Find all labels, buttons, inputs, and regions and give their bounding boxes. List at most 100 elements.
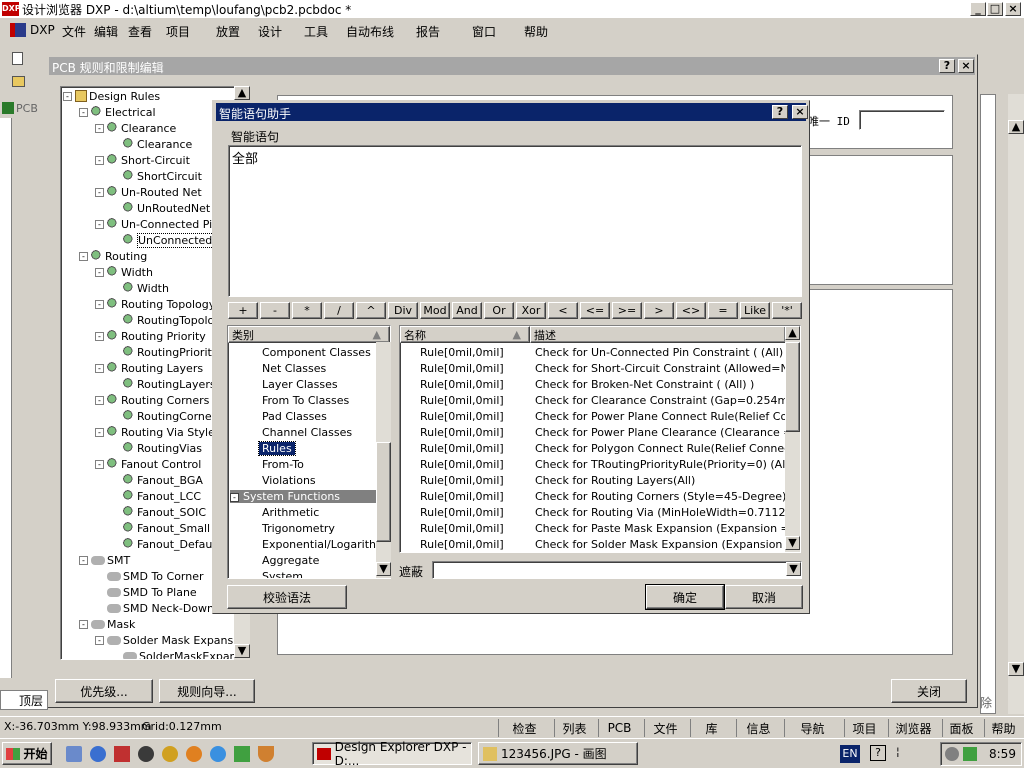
- function-name-cell[interactable]: Rule[0mil,0mil]: [420, 362, 504, 375]
- menu-help[interactable]: 帮助: [524, 23, 548, 40]
- expand-collapse-icon[interactable]: -: [95, 427, 104, 437]
- tree-node[interactable]: - Routing Layers: [95, 361, 203, 375]
- close-rules-button[interactable]: 关闭: [891, 679, 967, 703]
- status-tab[interactable]: 信息: [736, 719, 780, 737]
- category-item[interactable]: From To Classes: [262, 394, 349, 407]
- function-name-cell[interactable]: Rule[0mil,0mil]: [420, 490, 504, 503]
- operator-button[interactable]: '*': [772, 302, 802, 319]
- status-tab[interactable]: 帮助: [984, 719, 1022, 737]
- category-item[interactable]: Trigonometry: [262, 522, 335, 535]
- collapse-icon[interactable]: -: [230, 493, 239, 502]
- explorer-icon[interactable]: [90, 746, 106, 762]
- tree-node[interactable]: Fanout_Default: [111, 537, 220, 551]
- function-name-cell[interactable]: Rule[0mil,0mil]: [420, 458, 504, 471]
- operator-button[interactable]: And: [452, 302, 482, 319]
- operator-button[interactable]: +: [228, 302, 258, 319]
- expand-collapse-icon[interactable]: -: [95, 155, 104, 165]
- function-desc-cell[interactable]: Check for Solder Mask Expansion (Expansi…: [535, 538, 785, 551]
- tree-node[interactable]: RoutingLayers: [111, 377, 216, 391]
- category-item[interactable]: Aggregate: [262, 554, 319, 567]
- category-scrollbar[interactable]: ▼: [376, 342, 391, 578]
- tree-node[interactable]: - Routing Via Style: [95, 425, 215, 439]
- tray-icon[interactable]: [945, 747, 959, 761]
- unique-id-input[interactable]: [859, 110, 945, 130]
- status-tab[interactable]: 面板: [942, 719, 980, 737]
- function-scrollbar[interactable]: ▲ ▼: [785, 326, 800, 552]
- network-tray-icon[interactable]: [963, 747, 977, 761]
- editor-scrollbar[interactable]: [1008, 94, 1024, 714]
- tree-node[interactable]: - Un-Routed Net: [95, 185, 202, 199]
- tree-node[interactable]: - Solder Mask Expansion: [95, 633, 249, 647]
- operator-button[interactable]: Or: [484, 302, 514, 319]
- category-item[interactable]: Component Classes: [262, 346, 371, 359]
- operator-button[interactable]: Mod: [420, 302, 450, 319]
- function-desc-cell[interactable]: Check for Polygon Connect Rule(Relief Co…: [535, 442, 785, 455]
- editor-scroll-up[interactable]: ▲: [1008, 120, 1024, 134]
- expand-collapse-icon[interactable]: -: [95, 459, 104, 469]
- category-item[interactable]: Net Classes: [262, 362, 326, 375]
- rule-editor-close-button[interactable]: ×: [958, 59, 974, 73]
- tree-node[interactable]: - Clearance: [95, 121, 176, 135]
- tree-node[interactable]: Width: [111, 281, 169, 295]
- category-item[interactable]: Rules: [258, 441, 296, 456]
- status-tab[interactable]: PCB: [598, 719, 640, 737]
- expand-collapse-icon[interactable]: -: [63, 91, 72, 101]
- status-tab[interactable]: 文件: [644, 719, 686, 737]
- tree-node[interactable]: - Short-Circuit: [95, 153, 190, 167]
- tree-scroll-down[interactable]: ▼: [234, 644, 250, 658]
- rule-wizard-button[interactable]: 规则向导...: [159, 679, 255, 703]
- expand-collapse-icon[interactable]: -: [95, 123, 104, 133]
- function-scroll-down[interactable]: ▼: [785, 536, 800, 550]
- menu-edit[interactable]: 编辑: [94, 23, 118, 40]
- cancel-button[interactable]: 取消: [725, 585, 803, 609]
- function-desc-cell[interactable]: Check for Routing Via (MinHoleWidth=0.71…: [535, 506, 785, 519]
- expand-collapse-icon[interactable]: -: [95, 363, 104, 373]
- expand-collapse-icon[interactable]: -: [79, 555, 88, 565]
- tree-icon[interactable]: [234, 746, 250, 762]
- category-item[interactable]: Exponential/Logarith...: [262, 538, 387, 551]
- expand-collapse-icon[interactable]: -: [95, 187, 104, 197]
- operator-button[interactable]: ^: [356, 302, 386, 319]
- category-list[interactable]: 类别 ▲ Component Classes Net Classes Layer Cl…: [227, 325, 391, 579]
- task-design-explorer[interactable]: Design Explorer DXP - D:...: [312, 740, 472, 768]
- operator-button[interactable]: *: [292, 302, 322, 319]
- category-scroll-thumb[interactable]: [376, 442, 391, 542]
- status-tab[interactable]: 检查: [498, 719, 550, 737]
- tree-node[interactable]: - SMT: [79, 553, 130, 567]
- check-syntax-button[interactable]: 校验语法: [227, 585, 347, 609]
- expand-collapse-icon[interactable]: -: [79, 251, 88, 261]
- category-item[interactable]: Arithmetic: [262, 506, 319, 519]
- minimize-button[interactable]: _: [970, 2, 986, 16]
- function-name-cell[interactable]: Rule[0mil,0mil]: [420, 474, 504, 487]
- function-desc-cell[interactable]: Check for Short-Circuit Constraint (Allo…: [535, 362, 785, 375]
- category-header[interactable]: 类别 ▲: [228, 326, 390, 343]
- tree-node[interactable]: - Width: [95, 265, 153, 279]
- editor-scroll-down[interactable]: ▼: [1008, 662, 1024, 676]
- function-list[interactable]: 名称 ▲ 描述 Rule[0mil,0mil] Check for Un-Conne…: [399, 325, 801, 553]
- app-icon[interactable]: [114, 746, 130, 762]
- operator-button[interactable]: >=: [612, 302, 642, 319]
- function-name-cell[interactable]: Rule[0mil,0mil]: [420, 522, 504, 535]
- function-name-cell[interactable]: Rule[0mil,0mil]: [420, 442, 504, 455]
- function-name-cell[interactable]: Rule[0mil,0mil]: [420, 506, 504, 519]
- tree-node[interactable]: SolderMaskExpansion: [111, 649, 249, 659]
- operator-button[interactable]: /: [324, 302, 354, 319]
- category-item[interactable]: Pad Classes: [262, 410, 327, 423]
- media-icon[interactable]: [138, 746, 154, 762]
- maximize-button[interactable]: □: [987, 2, 1003, 16]
- tree-node[interactable]: Fanout_LCC: [111, 489, 201, 503]
- tree-node[interactable]: UnRoutedNet: [111, 201, 210, 215]
- tree-scroll-up[interactable]: ▲: [234, 86, 250, 100]
- expand-collapse-icon[interactable]: -: [95, 395, 104, 405]
- layer-tab[interactable]: 顶层: [0, 690, 48, 710]
- tree-node[interactable]: RoutingVias: [111, 441, 202, 455]
- expand-collapse-icon[interactable]: -: [95, 635, 104, 645]
- category-scroll-down[interactable]: ▼: [376, 562, 391, 576]
- tree-node[interactable]: Fanout_Small: [111, 521, 210, 535]
- status-tab[interactable]: 浏览器: [888, 719, 938, 737]
- function-desc-cell[interactable]: Check for Routing Layers(All): [535, 474, 785, 487]
- tree-node[interactable]: - Routing Priority: [95, 329, 206, 343]
- category-item[interactable]: System: [262, 570, 303, 578]
- tree-node[interactable]: ShortCircuit: [111, 169, 202, 183]
- tree-node[interactable]: RoutingTopology: [111, 313, 228, 327]
